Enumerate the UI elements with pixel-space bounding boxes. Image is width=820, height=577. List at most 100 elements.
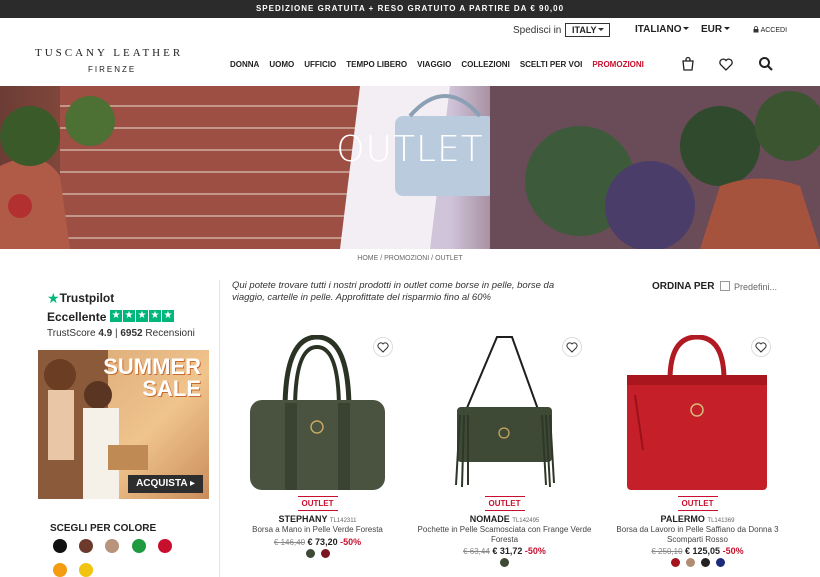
login-label: ACCEDI <box>760 27 788 34</box>
product-code: TL141369 <box>707 518 735 524</box>
ship-to-label: Spedisci in <box>513 25 562 36</box>
product-description: Borsa a Mano in Pelle Verde Foresta <box>252 525 383 534</box>
outlet-badge: OUTLET <box>412 496 597 511</box>
product-card[interactable]: OUTLET NOMADE TL142495 Pochette in Pelle… <box>412 335 597 577</box>
product-name[interactable]: PALERMO TL141369 <box>605 514 790 524</box>
product-title: STEPHANY <box>278 514 328 524</box>
color-dot-navy[interactable] <box>715 558 725 567</box>
wishlist-button[interactable] <box>751 337 771 357</box>
chevron-down-icon <box>683 27 690 33</box>
nav-item-tempo-libero[interactable]: TEMPO LIBERO <box>346 60 407 69</box>
color-dot-black[interactable] <box>700 558 710 567</box>
product-image <box>455 336 555 488</box>
utility-bar: Spedisci in ITALY ITALIANO EUR ACCEDI <box>0 18 820 44</box>
search-icon[interactable] <box>758 56 774 72</box>
star-icon: ★ <box>123 310 135 322</box>
cta-label: ACQUISTA <box>136 478 188 489</box>
product-card[interactable]: OUTLET STEPHANY TL142311 Borsa a Mano in… <box>225 335 410 577</box>
logo[interactable]: TUSCANY LEATHER <box>35 47 183 59</box>
category-description: Qui potete trovare tutti i nostri prodot… <box>232 280 555 303</box>
sidebar: ★Trustpilot Eccellente ★ ★ ★ ★ ★ TrustScore … <box>0 280 220 577</box>
hero-title: OUTLET <box>336 129 484 170</box>
color-swatch-yellow[interactable] <box>79 563 93 577</box>
color-options <box>412 558 597 567</box>
chevron-down-icon <box>724 27 731 33</box>
site-header: TUSCANY LEATHER FIRENZE DONNA UOMO UFFIC… <box>0 44 820 86</box>
currency-label: EUR <box>701 24 723 35</box>
bag-icon[interactable] <box>680 56 696 72</box>
nav-item-viaggio[interactable]: VIAGGIO <box>417 60 451 69</box>
old-price: € 250,10 <box>651 547 683 556</box>
color-swatch-taupe[interactable] <box>105 539 119 553</box>
login-link[interactable]: ACCEDI <box>753 26 787 34</box>
star-icon: ★ <box>136 310 148 322</box>
color-dot-red[interactable] <box>670 558 680 567</box>
badge-label: OUTLET <box>677 496 718 511</box>
star-icon: ★ <box>162 310 174 322</box>
new-price: € 125,05 <box>685 546 721 556</box>
product-image <box>627 335 767 490</box>
sort-select[interactable]: Predefini... <box>720 281 777 292</box>
currency-select[interactable]: EUR <box>701 24 731 35</box>
star-icon: ★ <box>149 310 161 322</box>
color-swatch-orange[interactable] <box>53 563 67 577</box>
product-description: Pochette in Pelle Scamosciata con Frange… <box>417 525 592 544</box>
old-price: € 146,40 <box>273 538 306 547</box>
badge-label: OUTLET <box>297 496 338 511</box>
summer-sale-banner[interactable]: SUMMER SALE ACQUISTA ▸ <box>38 350 209 499</box>
heart-icon[interactable] <box>718 56 734 72</box>
reviews-label: Recensioni <box>145 328 195 339</box>
color-swatch-green[interactable] <box>132 539 146 553</box>
nav-item-promozioni[interactable]: PROMOZIONI <box>592 60 644 69</box>
product-price: € 63,44 € 31,72 -50% <box>412 546 597 556</box>
product-description: Borsa da Lavoro in Pelle Saffiano da Don… <box>616 525 779 544</box>
country-select[interactable]: ITALY <box>565 23 610 37</box>
discount: -50% <box>340 537 362 547</box>
color-swatch-brown[interactable] <box>79 539 93 553</box>
lock-icon <box>753 26 759 33</box>
trustscore-label: TrustScore <box>47 328 96 339</box>
nav-item-donna[interactable]: DONNA <box>230 60 259 69</box>
outlet-badge: OUTLET <box>605 496 790 511</box>
shipping-promo-bar: SPEDIZIONE GRATUITA + RESO GRATUITO A PA… <box>0 0 820 18</box>
product-code: TL142311 <box>329 518 357 524</box>
badge-label: OUTLET <box>484 496 525 511</box>
hero-banner: OUTLET <box>0 86 820 249</box>
product-price: € 146,40 € 73,20 -50% <box>225 537 410 547</box>
color-swatch-black[interactable] <box>53 539 67 553</box>
product-title: PALERMO <box>660 514 705 524</box>
product-price: € 250,10 € 125,05 -50% <box>605 546 790 556</box>
color-swatch-red[interactable] <box>158 539 172 553</box>
product-name[interactable]: NOMADE TL142495 <box>412 514 597 524</box>
color-dot-green[interactable] <box>500 558 509 567</box>
sort-label: ORDINA PER <box>652 281 715 292</box>
logo-subtitle: FIRENZE <box>88 65 137 74</box>
color-filter-title: SCEGLI PER COLORE <box>50 523 157 534</box>
breadcrumb[interactable]: HOME / PROMOZIONI / OUTLET <box>0 255 820 262</box>
discount: -50% <box>524 546 546 556</box>
nav-item-scelti-per-voi[interactable]: SCELTI PER VOI <box>520 60 583 69</box>
wishlist-button[interactable] <box>562 337 582 357</box>
trustpilot-rating-word: Eccellente <box>47 310 107 324</box>
color-dot-green[interactable] <box>305 549 315 558</box>
product-name[interactable]: STEPHANY TL142311 <box>225 514 410 524</box>
trustscore-value: 4.9 <box>98 328 113 339</box>
color-dot-burgundy[interactable] <box>320 549 330 558</box>
product-card[interactable]: OUTLET PALERMO TL141369 Borsa da Lavoro … <box>605 335 790 577</box>
wishlist-button[interactable] <box>373 337 393 357</box>
language-select[interactable]: ITALIANO <box>635 24 690 35</box>
banner-title-line2: SALE <box>142 376 201 401</box>
discount: -50% <box>722 546 744 556</box>
color-options <box>225 549 410 558</box>
reviews-count: 6952 <box>120 328 143 339</box>
heart-icon <box>566 342 578 353</box>
shop-now-button[interactable]: ACQUISTA ▸ <box>128 475 203 493</box>
nav-item-collezioni[interactable]: COLLEZIONI <box>461 60 509 69</box>
banner-title: SUMMER SALE <box>103 356 201 400</box>
color-options <box>605 558 790 567</box>
color-dot-taupe[interactable] <box>685 558 695 567</box>
nav-item-uomo[interactable]: UOMO <box>269 60 294 69</box>
trustpilot-logo[interactable]: ★Trustpilot <box>47 290 114 307</box>
trustpilot-brand: Trustpilot <box>59 291 115 305</box>
nav-item-ufficio[interactable]: UFFICIO <box>304 60 336 69</box>
